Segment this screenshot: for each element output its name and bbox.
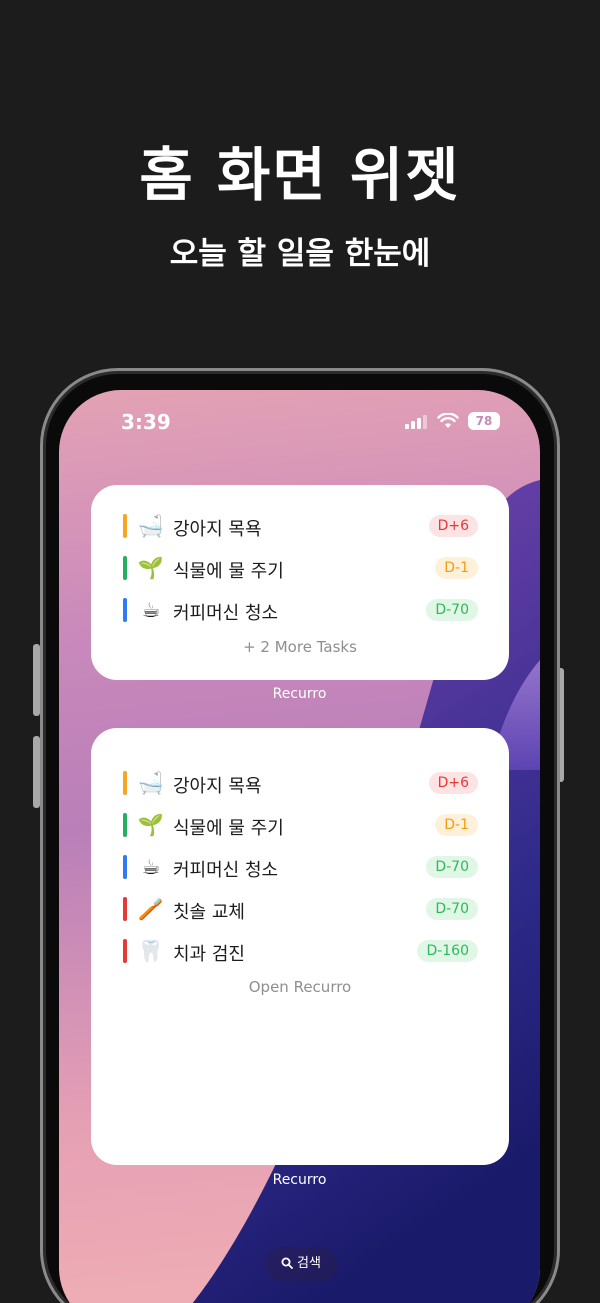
task-row[interactable]: 🛁 강아지 목욕 D+6 (123, 511, 478, 541)
task-row[interactable]: 🛁 강아지 목욕 D+6 (123, 768, 478, 798)
widget-app-label: Recurro (272, 686, 327, 702)
widget-app-label: Recurro (272, 1172, 327, 1188)
open-recurro-link[interactable]: Open Recurro (91, 978, 509, 996)
status-time: 3:39 (121, 410, 171, 434)
task-name: 커피머신 청소 (173, 860, 279, 881)
task-emoji-icon: 🛁 (137, 514, 165, 538)
task-emoji-icon: ☕ (141, 855, 161, 879)
task-color-bar (123, 771, 127, 795)
task-name: 커피머신 청소 (173, 603, 279, 624)
cellular-signal-icon (405, 415, 427, 429)
task-name: 강아지 목욕 (173, 519, 262, 540)
task-color-bar (123, 813, 127, 837)
search-label: 검색 (297, 1256, 321, 1271)
task-emoji-icon: 🪥 (137, 897, 165, 921)
task-name: 식물에 물 주기 (173, 818, 284, 839)
more-tasks-text: + 2 More Tasks (243, 638, 357, 656)
task-emoji-icon: 🌱 (137, 813, 165, 837)
spotlight-search-button[interactable]: 검색 (265, 1247, 337, 1281)
recurro-widget-medium[interactable]: 🛁 강아지 목욕 D+6 🌱 식물에 물 주기 D-1 ☕ 커피머신 청소 D-70 + 2 M… (91, 485, 509, 680)
due-badge: D+6 (428, 515, 478, 537)
task-emoji-icon: 🌱 (137, 556, 165, 580)
task-color-bar (123, 897, 127, 921)
hero-subtitle: 오늘 할 일을 한눈에 (169, 236, 431, 272)
task-color-bar (123, 598, 127, 622)
task-color-bar (123, 855, 127, 879)
due-badge: D-70 (426, 898, 478, 920)
home-screen: 3:39 78 🛁 강아지 목욕 D+6 🌱 식물에 물 주기 D-1 ☕ 커피머신 청소 D-… (59, 390, 540, 1303)
task-row[interactable]: 🪥 칫솔 교체 D-70 (123, 894, 478, 924)
task-emoji-icon: 🦷 (137, 939, 165, 963)
task-name: 강아지 목욕 (173, 776, 262, 797)
phone-volume-down-button (33, 736, 40, 808)
task-color-bar (123, 939, 127, 963)
due-badge: D-70 (426, 856, 478, 878)
due-badge: D-1 (435, 557, 478, 579)
due-badge: D-160 (417, 940, 478, 962)
task-row[interactable]: ☕ 커피머신 청소 D-70 (123, 852, 478, 882)
task-name: 식물에 물 주기 (173, 561, 284, 582)
task-row[interactable]: 🌱 식물에 물 주기 D-1 (123, 553, 478, 583)
task-row[interactable]: 🌱 식물에 물 주기 D-1 (123, 810, 478, 840)
task-name: 칫솔 교체 (173, 902, 245, 923)
battery-icon: 78 (468, 412, 500, 430)
status-bar: 3:39 78 (59, 410, 540, 436)
task-row[interactable]: ☕ 커피머신 청소 D-70 (123, 595, 478, 625)
task-name: 치과 검진 (173, 944, 245, 965)
task-row[interactable]: 🦷 치과 검진 D-160 (123, 936, 478, 966)
task-color-bar (123, 556, 127, 580)
phone-volume-up-button (33, 644, 40, 716)
task-color-bar (123, 514, 127, 538)
recurro-widget-large[interactable]: 🛁 강아지 목욕 D+6 🌱 식물에 물 주기 D-1 ☕ 커피머신 청소 D-70 🪥 칫솔 교체… (91, 728, 509, 1165)
task-emoji-icon: ☕ (141, 598, 161, 622)
search-icon (281, 1257, 293, 1269)
task-emoji-icon: 🛁 (137, 771, 165, 795)
hero-title: 홈 화면 위젯 (139, 141, 461, 209)
due-badge: D-1 (435, 814, 478, 836)
wifi-icon (437, 413, 459, 428)
due-badge: D+6 (428, 772, 478, 794)
due-badge: D-70 (426, 599, 478, 621)
